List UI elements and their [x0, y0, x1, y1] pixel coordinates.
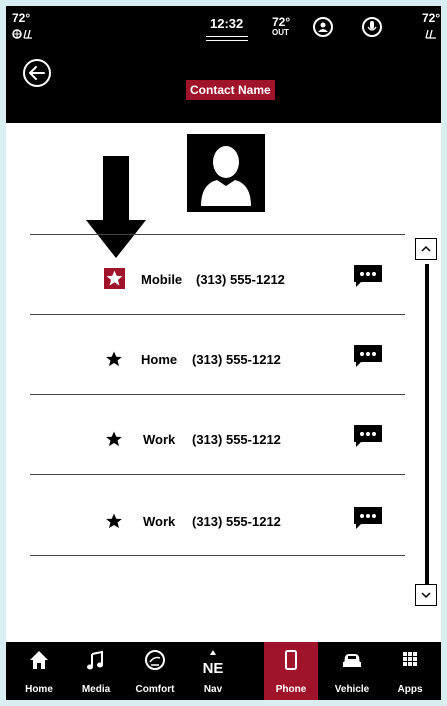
nav-media-label: Media [81, 684, 111, 695]
climate-icon [145, 650, 165, 670]
nav-comfort-label: Comfort [135, 684, 175, 695]
driver-temp[interactable]: 72° [12, 12, 30, 24]
nav-vehicle[interactable]: Vehicle [325, 642, 379, 700]
nav-vehicle-label: Vehicle [334, 684, 370, 695]
profile-button[interactable] [313, 17, 333, 37]
outside-label: OUT [272, 28, 289, 37]
contact-row-work-2[interactable]: Work (313) 555-1212 [6, 492, 406, 552]
scrollbar-track[interactable] [425, 264, 429, 586]
phone-type-label: Work [143, 432, 176, 447]
contact-avatar [187, 134, 265, 212]
home-icon [30, 651, 48, 669]
divider [30, 474, 405, 475]
scroll-up-button[interactable] [415, 238, 437, 260]
star-outline-icon [106, 270, 123, 286]
phone-number: (313) 555-1212 [192, 352, 281, 367]
music-note-icon [87, 650, 103, 670]
nav-comfort[interactable]: Comfort [128, 642, 182, 700]
phone-type-label: Home [141, 352, 178, 367]
scroll-down-button[interactable] [415, 584, 437, 606]
contact-row-home[interactable]: Home (313) 555-1212 [6, 330, 406, 390]
nav-apps-label: Apps [397, 684, 423, 695]
star-icon[interactable] [105, 512, 123, 530]
favorite-star-button[interactable] [104, 268, 125, 289]
nav-phone[interactable]: Phone [264, 642, 318, 700]
phone-type-label: Work [143, 514, 176, 529]
apps-grid-icon [403, 652, 417, 666]
contact-row-mobile[interactable]: Mobile (313) 555-1212 [6, 250, 406, 310]
nav-home[interactable]: Home [12, 642, 66, 700]
car-icon [343, 654, 361, 667]
divider [30, 555, 405, 556]
message-icon[interactable] [353, 344, 383, 368]
nav-home-label: Home [25, 684, 53, 695]
person-icon [318, 22, 328, 32]
compass-heading: NE [202, 660, 224, 677]
phone-number: (313) 555-1212 [196, 272, 285, 287]
nav-phone-label: Phone [275, 684, 307, 695]
chevron-up-icon [421, 245, 431, 252]
status-bar: 72° 12:32 72° OUT 72° [6, 6, 441, 50]
message-icon[interactable] [353, 264, 383, 288]
star-icon[interactable] [105, 350, 123, 368]
phone-number: (313) 555-1212 [192, 432, 281, 447]
message-icon[interactable] [353, 424, 383, 448]
divider [30, 394, 405, 395]
contact-row-work[interactable]: Work (313) 555-1212 [6, 410, 406, 470]
nav-nav[interactable]: NE Nav [186, 642, 240, 700]
divider [30, 234, 405, 235]
nav-media[interactable]: Media [69, 642, 123, 700]
driver-temp-value: 72° [12, 11, 31, 25]
bottom-nav: Home Media Comfort NE Nav Phone Vehicle … [6, 642, 441, 700]
star-icon[interactable] [105, 430, 123, 448]
phone-screen: 72° 12:32 72° OUT 72° Contact Name Mobil… [6, 6, 441, 700]
outside-temp-value: 72° [272, 15, 291, 29]
divider [30, 314, 405, 315]
passenger-temp-value: 72° [422, 11, 441, 25]
clock: 12:32 [210, 16, 244, 31]
pointer-arrow [86, 156, 146, 258]
seat-vent-icon[interactable] [424, 28, 440, 40]
clock-underline [206, 36, 248, 37]
clock-underline-2 [206, 40, 248, 41]
phone-icon [285, 650, 297, 670]
nav-nav-label: Nav [203, 684, 223, 695]
passenger-temp[interactable]: 72° [422, 12, 440, 24]
outside-temp: 72° [272, 16, 290, 28]
page-title: Contact Name [186, 80, 275, 100]
back-button[interactable] [22, 58, 52, 88]
microphone-icon [367, 21, 377, 31]
nav-apps[interactable]: Apps [383, 642, 437, 700]
message-icon[interactable] [353, 506, 383, 530]
voice-button[interactable] [362, 17, 382, 37]
seat-heat-icon[interactable] [12, 28, 34, 40]
phone-number: (313) 555-1212 [192, 514, 281, 529]
phone-type-label: Mobile [141, 272, 183, 287]
chevron-down-icon [421, 592, 431, 599]
person-silhouette-icon [201, 146, 251, 206]
